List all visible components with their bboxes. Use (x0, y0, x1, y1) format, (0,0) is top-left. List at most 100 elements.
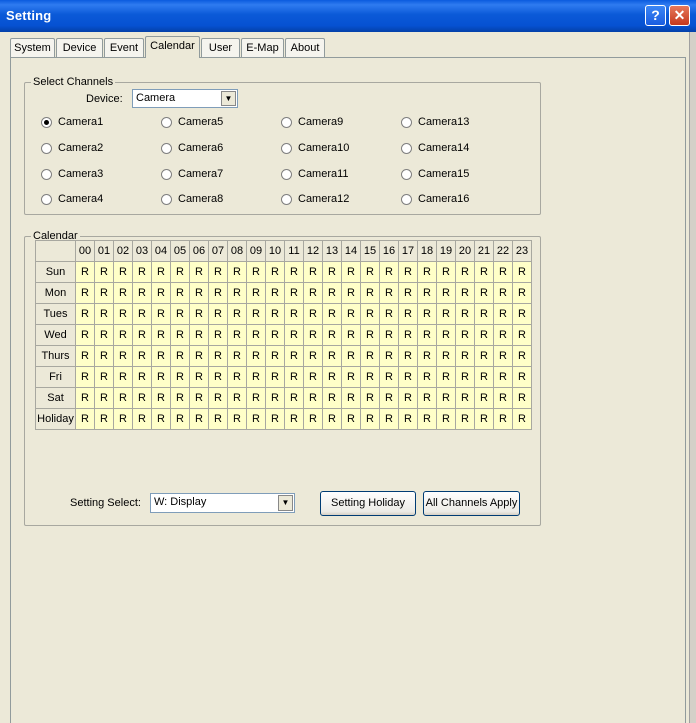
schedule-cell[interactable]: R (512, 408, 532, 430)
schedule-cell[interactable]: R (227, 387, 247, 409)
schedule-cell[interactable]: R (208, 387, 228, 409)
schedule-cell[interactable]: R (208, 324, 228, 346)
schedule-cell[interactable]: R (265, 408, 285, 430)
schedule-cell[interactable]: R (455, 366, 475, 388)
schedule-cell[interactable]: R (132, 366, 152, 388)
schedule-cell[interactable]: R (360, 408, 380, 430)
schedule-cell[interactable]: R (132, 408, 152, 430)
schedule-cell[interactable]: R (284, 303, 304, 325)
schedule-cell[interactable]: R (417, 261, 437, 283)
schedule-cell[interactable]: R (94, 324, 114, 346)
schedule-cell[interactable]: R (303, 303, 323, 325)
schedule-cell[interactable]: R (75, 261, 95, 283)
schedule-cell[interactable]: R (151, 345, 171, 367)
schedule-cell[interactable]: R (360, 303, 380, 325)
schedule-cell[interactable]: R (455, 282, 475, 304)
schedule-cell[interactable]: R (75, 366, 95, 388)
schedule-cell[interactable]: R (246, 345, 266, 367)
schedule-cell[interactable]: R (94, 303, 114, 325)
schedule-cell[interactable]: R (208, 303, 228, 325)
schedule-cell[interactable]: R (113, 345, 133, 367)
schedule-cell[interactable]: R (436, 387, 456, 409)
schedule-cell[interactable]: R (436, 408, 456, 430)
schedule-cell[interactable]: R (189, 303, 209, 325)
schedule-cell[interactable]: R (189, 345, 209, 367)
schedule-cell[interactable]: R (322, 303, 342, 325)
schedule-cell[interactable]: R (398, 345, 418, 367)
schedule-cell[interactable]: R (246, 261, 266, 283)
schedule-cell[interactable]: R (322, 282, 342, 304)
schedule-cell[interactable]: R (189, 261, 209, 283)
schedule-cell[interactable]: R (189, 387, 209, 409)
setting-holiday-button[interactable]: Setting Holiday (320, 491, 416, 516)
schedule-cell[interactable]: R (75, 345, 95, 367)
schedule-cell[interactable]: R (360, 261, 380, 283)
schedule-cell[interactable]: R (113, 387, 133, 409)
schedule-cell[interactable]: R (227, 282, 247, 304)
schedule-cell[interactable]: R (360, 387, 380, 409)
schedule-cell[interactable]: R (246, 387, 266, 409)
schedule-cell[interactable]: R (455, 303, 475, 325)
schedule-cell[interactable]: R (436, 282, 456, 304)
schedule-cell[interactable]: R (265, 261, 285, 283)
schedule-cell[interactable]: R (417, 303, 437, 325)
schedule-cell[interactable]: R (132, 303, 152, 325)
schedule-cell[interactable]: R (493, 282, 513, 304)
tab-about[interactable]: About (285, 38, 325, 57)
schedule-cell[interactable]: R (379, 387, 399, 409)
schedule-cell[interactable]: R (265, 345, 285, 367)
schedule-cell[interactable]: R (512, 303, 532, 325)
schedule-cell[interactable]: R (75, 282, 95, 304)
schedule-cell[interactable]: R (132, 324, 152, 346)
schedule-cell[interactable]: R (113, 366, 133, 388)
schedule-cell[interactable]: R (132, 282, 152, 304)
schedule-cell[interactable]: R (417, 345, 437, 367)
schedule-cell[interactable]: R (227, 261, 247, 283)
schedule-cell[interactable]: R (455, 408, 475, 430)
schedule-cell[interactable]: R (303, 324, 323, 346)
schedule-cell[interactable]: R (398, 408, 418, 430)
chevron-down-icon[interactable]: ▼ (278, 495, 293, 511)
close-button[interactable]: ✕ (669, 5, 690, 26)
schedule-cell[interactable]: R (322, 324, 342, 346)
schedule-cell[interactable]: R (284, 408, 304, 430)
schedule-cell[interactable]: R (493, 261, 513, 283)
schedule-cell[interactable]: R (75, 324, 95, 346)
schedule-cell[interactable]: R (322, 345, 342, 367)
schedule-cell[interactable]: R (132, 387, 152, 409)
schedule-cell[interactable]: R (379, 282, 399, 304)
schedule-cell[interactable]: R (284, 261, 304, 283)
schedule-cell[interactable]: R (474, 366, 494, 388)
schedule-cell[interactable]: R (360, 345, 380, 367)
schedule-cell[interactable]: R (493, 345, 513, 367)
tab-calendar[interactable]: Calendar (145, 36, 200, 58)
schedule-cell[interactable]: R (417, 408, 437, 430)
schedule-cell[interactable]: R (417, 387, 437, 409)
schedule-cell[interactable]: R (360, 324, 380, 346)
schedule-cell[interactable]: R (341, 408, 361, 430)
schedule-cell[interactable]: R (512, 345, 532, 367)
schedule-cell[interactable]: R (284, 324, 304, 346)
schedule-cell[interactable]: R (341, 345, 361, 367)
schedule-cell[interactable]: R (170, 345, 190, 367)
schedule-cell[interactable]: R (94, 387, 114, 409)
schedule-cell[interactable]: R (398, 261, 418, 283)
schedule-cell[interactable]: R (303, 408, 323, 430)
schedule-cell[interactable]: R (284, 387, 304, 409)
schedule-cell[interactable]: R (284, 345, 304, 367)
schedule-cell[interactable]: R (436, 324, 456, 346)
schedule-cell[interactable]: R (493, 303, 513, 325)
schedule-cell[interactable]: R (512, 387, 532, 409)
schedule-cell[interactable]: R (360, 282, 380, 304)
schedule-cell[interactable]: R (417, 282, 437, 304)
schedule-cell[interactable]: R (436, 261, 456, 283)
schedule-cell[interactable]: R (379, 345, 399, 367)
schedule-cell[interactable]: R (208, 366, 228, 388)
schedule-cell[interactable]: R (341, 324, 361, 346)
schedule-cell[interactable]: R (113, 324, 133, 346)
schedule-cell[interactable]: R (189, 282, 209, 304)
schedule-cell[interactable]: R (303, 261, 323, 283)
schedule-cell[interactable]: R (455, 261, 475, 283)
schedule-cell[interactable]: R (379, 303, 399, 325)
schedule-cell[interactable]: R (246, 408, 266, 430)
